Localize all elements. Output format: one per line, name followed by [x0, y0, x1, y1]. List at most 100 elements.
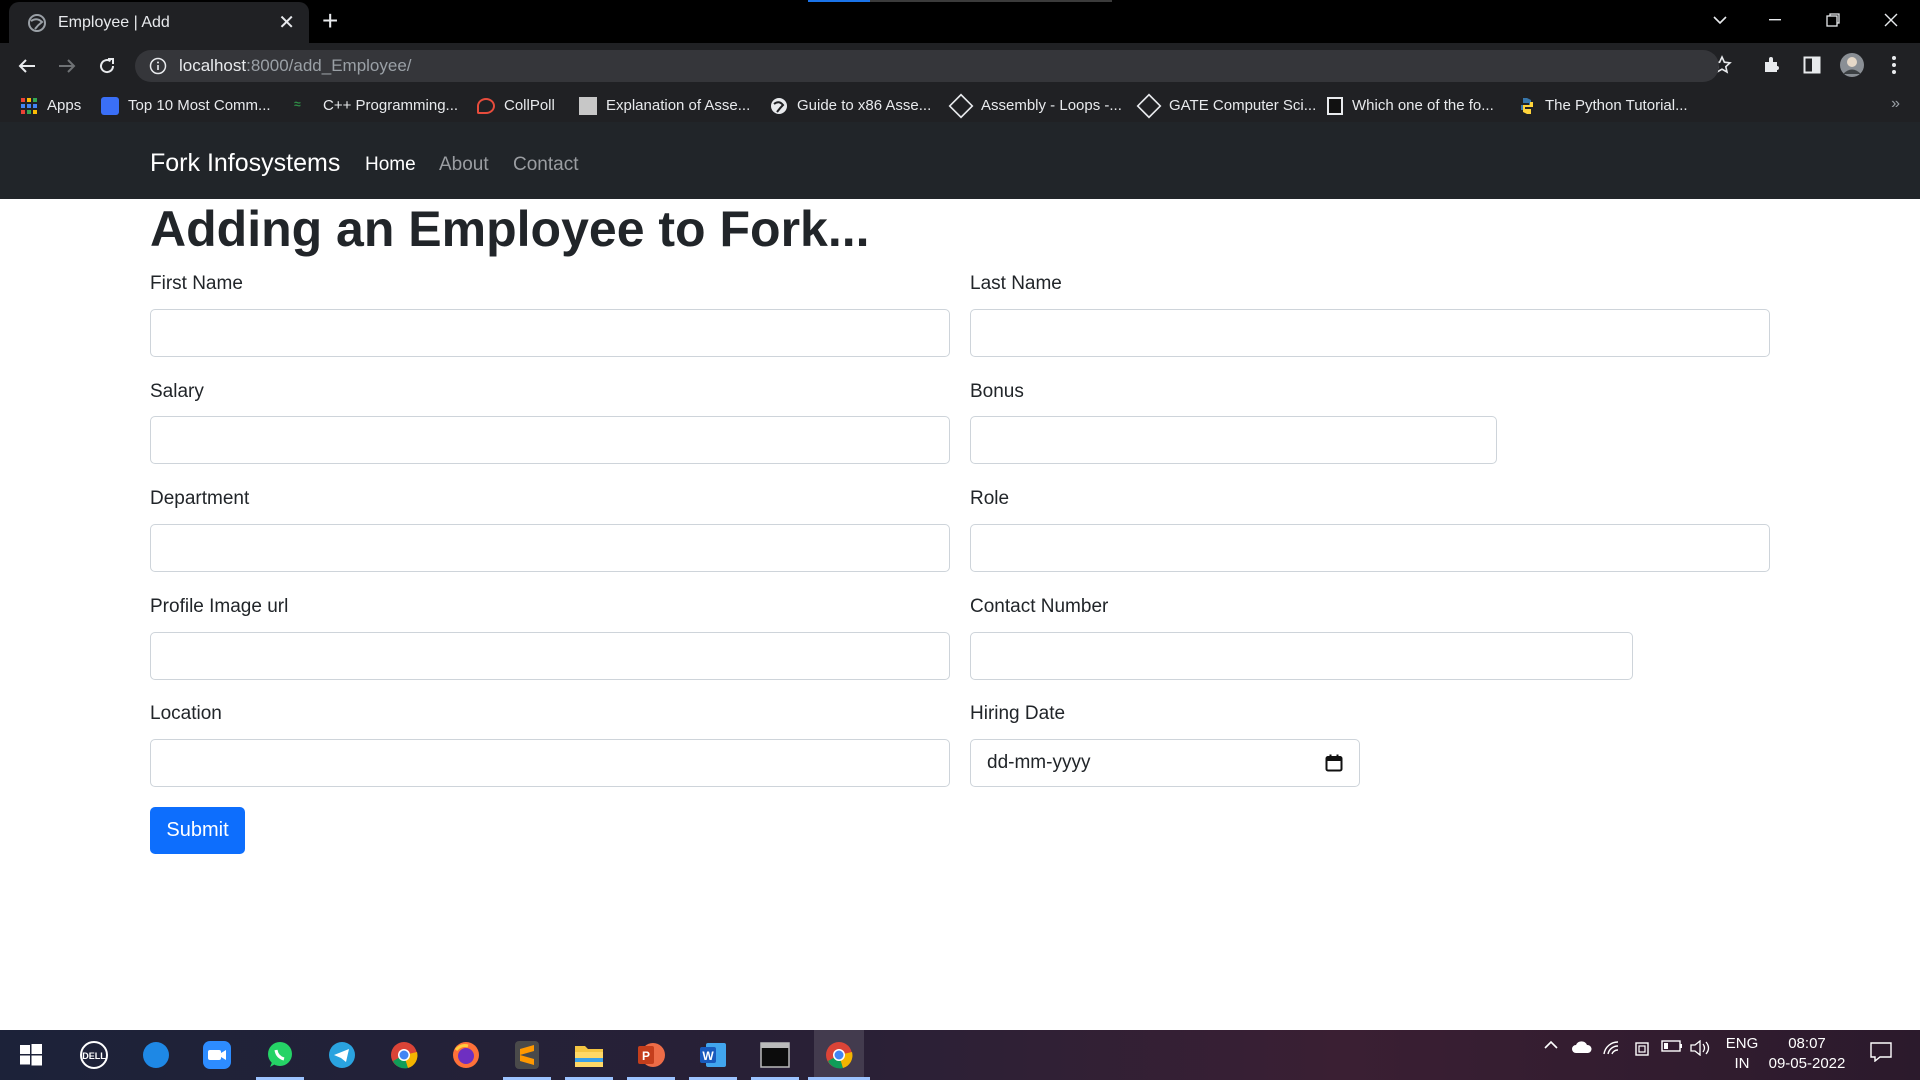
bookmarks-bar: Apps Top 10 Most Comm... ≈ C++ Programmi…	[0, 89, 1920, 122]
location-input[interactable]	[150, 739, 950, 787]
show-hidden-icons-chevron-icon[interactable]	[1541, 1040, 1561, 1050]
chrome-icon[interactable]	[387, 1038, 421, 1072]
onedrive-cloud-icon[interactable]	[1570, 1040, 1594, 1054]
battery-icon[interactable]	[1660, 1040, 1684, 1052]
salary-label: Salary	[150, 381, 204, 402]
calendar-icon[interactable]	[1325, 754, 1343, 772]
navbar-brand[interactable]: Fork Infosystems	[150, 149, 340, 178]
windows-start-icon[interactable]	[14, 1038, 48, 1072]
bookmark-apps[interactable]: Apps	[20, 89, 81, 122]
word-icon[interactable]: W	[696, 1038, 730, 1072]
bookmark-item[interactable]: Assembly - Loops -...	[948, 89, 1122, 122]
first-name-label: First Name	[150, 273, 243, 294]
contact-number-input[interactable]	[970, 632, 1633, 680]
bookmark-item[interactable]: GATE Computer Sci...	[1136, 89, 1316, 122]
zoom-icon[interactable]	[200, 1038, 234, 1072]
whatsapp-icon[interactable]	[263, 1038, 297, 1072]
powerpoint-icon[interactable]: P	[634, 1038, 668, 1072]
page-title: Adding an Employee to Fork...	[150, 201, 870, 257]
nav-link-about[interactable]: About	[439, 154, 489, 176]
file-explorer-icon[interactable]	[572, 1038, 606, 1072]
telegram-icon[interactable]	[325, 1038, 359, 1072]
profile-image-label: Profile Image url	[150, 596, 289, 617]
volume-icon[interactable]	[1689, 1040, 1713, 1056]
side-panel-icon[interactable]	[1798, 51, 1826, 79]
python-icon	[1521, 97, 1533, 114]
nav-link-contact[interactable]: Contact	[513, 154, 578, 176]
language-code: ENG	[1725, 1035, 1759, 1052]
tab-search-icon[interactable]	[1700, 0, 1740, 40]
role-label: Role	[970, 488, 1010, 509]
dell-icon[interactable]: DELL	[77, 1038, 111, 1072]
safari-like-app-icon[interactable]	[139, 1038, 173, 1072]
address-bar[interactable]: localhost:8000/add_Employee/	[135, 50, 1719, 82]
bookmark-label: C++ Programming...	[323, 97, 459, 114]
restore-icon[interactable]	[1813, 0, 1853, 40]
submit-button[interactable]: Submit	[150, 807, 245, 854]
first-name-input[interactable]	[150, 309, 950, 357]
region-code: IN	[1734, 1055, 1750, 1072]
url-host: localhost	[179, 56, 247, 75]
language-indicator[interactable]: ENG IN	[1722, 1034, 1762, 1074]
browser-menu-icon[interactable]	[1880, 51, 1908, 79]
bookmark-label: Explanation of Asse...	[606, 97, 751, 114]
globe-icon	[771, 97, 787, 114]
bookmark-label: CollPoll	[504, 97, 555, 114]
last-name-label: Last Name	[970, 273, 1062, 294]
svg-text:P: P	[642, 1049, 650, 1063]
hiring-date-label: Hiring Date	[970, 703, 1066, 724]
browser-tab-bar: Employee | Add ✕ +	[0, 0, 1920, 43]
browser-tab[interactable]: Employee | Add ✕	[9, 2, 309, 43]
back-arrow-icon[interactable]	[12, 51, 42, 81]
last-name-input[interactable]	[970, 309, 1770, 357]
hiring-date-input[interactable]: dd-mm-yyyy	[970, 739, 1360, 787]
bookmark-item[interactable]: ≈ C++ Programming...	[294, 89, 458, 122]
loading-indicator	[808, 0, 1112, 2]
bookmark-item[interactable]: CollPoll	[477, 89, 555, 122]
svg-text:W: W	[702, 1049, 714, 1063]
department-label: Department	[150, 488, 250, 509]
clock-time: 08:07	[1788, 1035, 1826, 1052]
bookmark-label: Apps	[47, 97, 82, 114]
collpoll-icon	[477, 97, 495, 114]
device-icon[interactable]	[1630, 1040, 1654, 1058]
contact-number-label: Contact Number	[970, 596, 1109, 617]
minimize-icon[interactable]	[1755, 0, 1795, 40]
chrome-active-taskbar-icon[interactable]	[814, 1030, 864, 1080]
sublime-text-icon[interactable]	[510, 1038, 544, 1072]
profile-image-url-input[interactable]	[150, 632, 950, 680]
department-input[interactable]	[150, 524, 950, 572]
role-input[interactable]	[970, 524, 1770, 572]
bonus-input[interactable]	[970, 416, 1497, 464]
windows-taskbar: DELL P W ENG IN 08:07 09-05-2022	[0, 1030, 1920, 1080]
notifications-icon[interactable]	[1866, 1042, 1896, 1062]
url-text[interactable]: localhost:8000/add_Employee/	[179, 56, 412, 76]
apps-grid-icon	[21, 97, 37, 114]
profile-avatar[interactable]	[1838, 51, 1866, 79]
bookmark-label: Assembly - Loops -...	[981, 97, 1122, 114]
geeksforgeeks-icon: ≈	[294, 96, 301, 111]
wifi-icon[interactable]	[1600, 1040, 1624, 1056]
bookmark-item[interactable]: Which one of the fo...	[1327, 89, 1494, 122]
clock-date: 09-05-2022	[1768, 1055, 1846, 1072]
nav-link-home[interactable]: Home	[365, 154, 416, 176]
more-bookmarks-icon[interactable]: »	[1891, 95, 1900, 113]
tab-close-icon[interactable]: ✕	[278, 10, 295, 35]
bookmark-item[interactable]: Top 10 Most Comm...	[101, 89, 271, 122]
forward-arrow-icon[interactable]	[52, 51, 82, 81]
globe-icon	[28, 13, 46, 32]
site-info-icon[interactable]	[149, 57, 167, 75]
system-clock[interactable]: 08:07 09-05-2022	[1762, 1034, 1852, 1074]
svg-text:DELL: DELL	[82, 1051, 106, 1061]
date-placeholder: dd-mm-yyyy	[987, 752, 1091, 773]
reload-icon[interactable]	[92, 51, 122, 81]
bookmark-item[interactable]: The Python Tutorial...	[1518, 89, 1688, 122]
bookmark-item[interactable]: Guide to x86 Asse...	[770, 89, 931, 122]
firefox-icon[interactable]	[449, 1038, 483, 1072]
close-window-icon[interactable]	[1871, 0, 1911, 40]
new-tab-icon[interactable]: +	[322, 6, 338, 36]
extensions-icon[interactable]	[1758, 51, 1786, 79]
bookmark-item[interactable]: Explanation of Asse...	[579, 89, 750, 122]
terminal-icon[interactable]	[758, 1038, 792, 1072]
salary-input[interactable]	[150, 416, 950, 464]
